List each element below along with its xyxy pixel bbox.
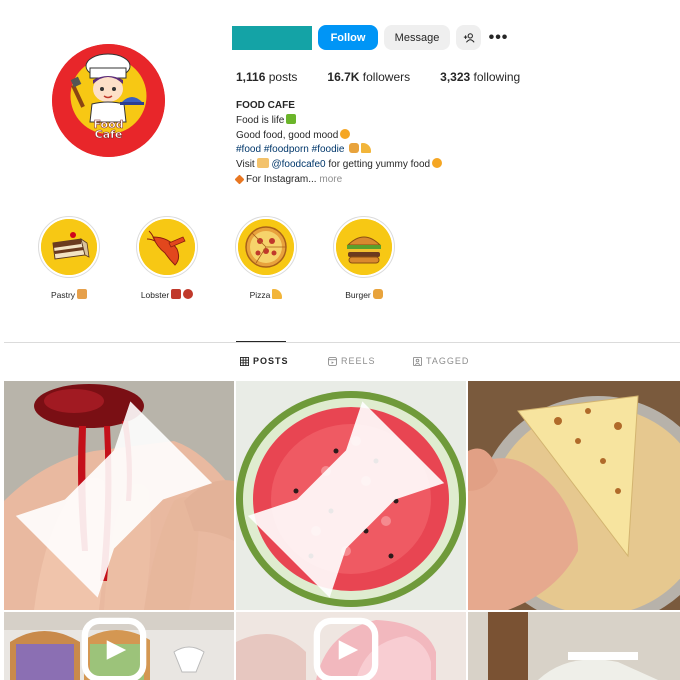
grid-icon <box>240 356 249 366</box>
username-block <box>232 26 312 50</box>
pizza-emoji-icon <box>272 289 283 299</box>
followers-count: 16.7K <box>327 70 360 84</box>
pinned-icon <box>15 401 213 598</box>
croissant-emoji-icon <box>77 289 88 299</box>
post-tile[interactable] <box>468 612 680 680</box>
highlight-burger[interactable]: Burger <box>330 216 398 300</box>
highlight-label-lobster: Lobster <box>140 290 170 300</box>
tagged-icon <box>413 356 422 366</box>
following-count: 3,323 <box>440 70 471 84</box>
tab-tagged-label: TAGGED <box>426 356 470 366</box>
yum-face-emoji-icon <box>340 128 351 139</box>
active-tab-indicator <box>236 341 286 342</box>
bio-line-2: Good food, good mood <box>236 128 536 144</box>
burger-icon <box>336 219 392 275</box>
tabs-divider <box>4 342 680 343</box>
followers-stat[interactable]: 16.7K followers <box>327 70 410 84</box>
bio-line-1: Food is life <box>236 113 536 129</box>
highlight-lobster[interactable]: Lobster <box>133 216 201 300</box>
bio-line-3: #food #foodporn #foodie <box>236 143 536 158</box>
pointing-hand-emoji-icon <box>256 158 269 169</box>
pizza-emoji-icon <box>361 143 372 154</box>
profile-name: FOOD CAFE <box>236 100 295 111</box>
tab-tagged[interactable]: TAGGED <box>413 356 469 366</box>
profile-stats: 1,116 posts 16.7K followers 3,323 follow… <box>236 70 550 84</box>
following-label: following <box>473 70 521 84</box>
bio-line-5: For Instagram... more <box>234 173 536 188</box>
post-tile[interactable] <box>236 612 466 680</box>
highlight-label-pastry: Pastry <box>50 290 76 300</box>
profile-bio: FOOD CAFE Food is life Good food, good m… <box>234 99 536 188</box>
burger-emoji-icon <box>372 289 383 299</box>
more-options-button[interactable]: ••• <box>486 25 511 50</box>
tab-reels-label: REELS <box>341 356 376 366</box>
hashtag-food[interactable]: #food <box>236 144 261 155</box>
post-tile[interactable] <box>236 381 466 610</box>
post-tile[interactable] <box>468 381 680 610</box>
highlight-pastry[interactable]: Pastry <box>35 216 103 300</box>
reel-icon <box>313 617 379 680</box>
cake-icon <box>41 219 97 275</box>
follow-button[interactable]: Follow <box>318 25 378 50</box>
post-image-kitchen <box>468 612 680 680</box>
posts-count: 1,116 <box>236 70 266 84</box>
mention-foodcafe0[interactable]: @foodcafe0 <box>272 159 326 170</box>
yum-face-emoji-icon-2 <box>432 158 443 169</box>
sprout-emoji-icon <box>286 113 297 124</box>
hashtag-foodporn[interactable]: #foodporn <box>264 144 309 155</box>
orange-diamond-icon <box>234 174 245 185</box>
message-button[interactable]: Message <box>384 25 450 50</box>
posts-label: posts <box>268 70 298 84</box>
highlight-ring <box>38 216 100 278</box>
bio-line-4: Visit @foodcafe0 for getting yummy food <box>236 158 536 173</box>
highlight-label: Lobster <box>133 289 201 300</box>
bio-text-yummy-food: for getting yummy food <box>328 159 431 171</box>
post-tile[interactable] <box>4 381 234 610</box>
highlight-label-burger: Burger <box>345 290 371 300</box>
pizza-icon <box>238 219 294 275</box>
reels-icon <box>328 356 337 366</box>
bio-more-link[interactable]: more <box>319 174 342 185</box>
pinned-icon <box>247 401 445 598</box>
bio-text-for-instagram: For Instagram... <box>246 173 317 185</box>
tab-reels[interactable]: REELS <box>328 356 376 366</box>
bio-text-visit: Visit <box>236 159 255 171</box>
tab-posts-label: POSTS <box>253 356 289 366</box>
highlight-label: Pizza <box>232 289 300 300</box>
tab-posts[interactable]: POSTS <box>240 356 289 366</box>
bio-text-good-food: Good food, good mood <box>236 129 339 141</box>
lobster-icon <box>139 219 195 275</box>
reel-icon <box>81 617 147 680</box>
highlight-pizza[interactable]: Pizza <box>232 216 300 300</box>
highlight-label-pizza: Pizza <box>249 290 271 300</box>
burger-emoji-icon <box>349 143 360 154</box>
highlight-label: Burger <box>330 289 398 300</box>
post-image-crepe <box>468 381 680 610</box>
avatar-text-cafe: Cafe <box>94 128 123 141</box>
posts-stat[interactable]: 1,116 posts <box>236 70 297 84</box>
add-user-icon <box>463 32 475 43</box>
lobster-emoji-icon <box>171 289 182 299</box>
highlight-ring <box>235 216 297 278</box>
suggest-user-button[interactable] <box>456 25 481 50</box>
highlight-ring <box>333 216 395 278</box>
profile-avatar[interactable]: Food Cafe <box>52 44 165 157</box>
followers-label: followers <box>362 70 411 84</box>
bio-text-food-is-life: Food is life <box>236 114 285 126</box>
highlight-label: Pastry <box>35 289 103 300</box>
hashtag-foodie[interactable]: #foodie <box>312 144 345 155</box>
highlight-ring <box>136 216 198 278</box>
post-tile[interactable] <box>4 612 234 680</box>
following-stat[interactable]: 3,323 following <box>440 70 520 84</box>
lobster-emoji-icon-2 <box>183 289 194 299</box>
